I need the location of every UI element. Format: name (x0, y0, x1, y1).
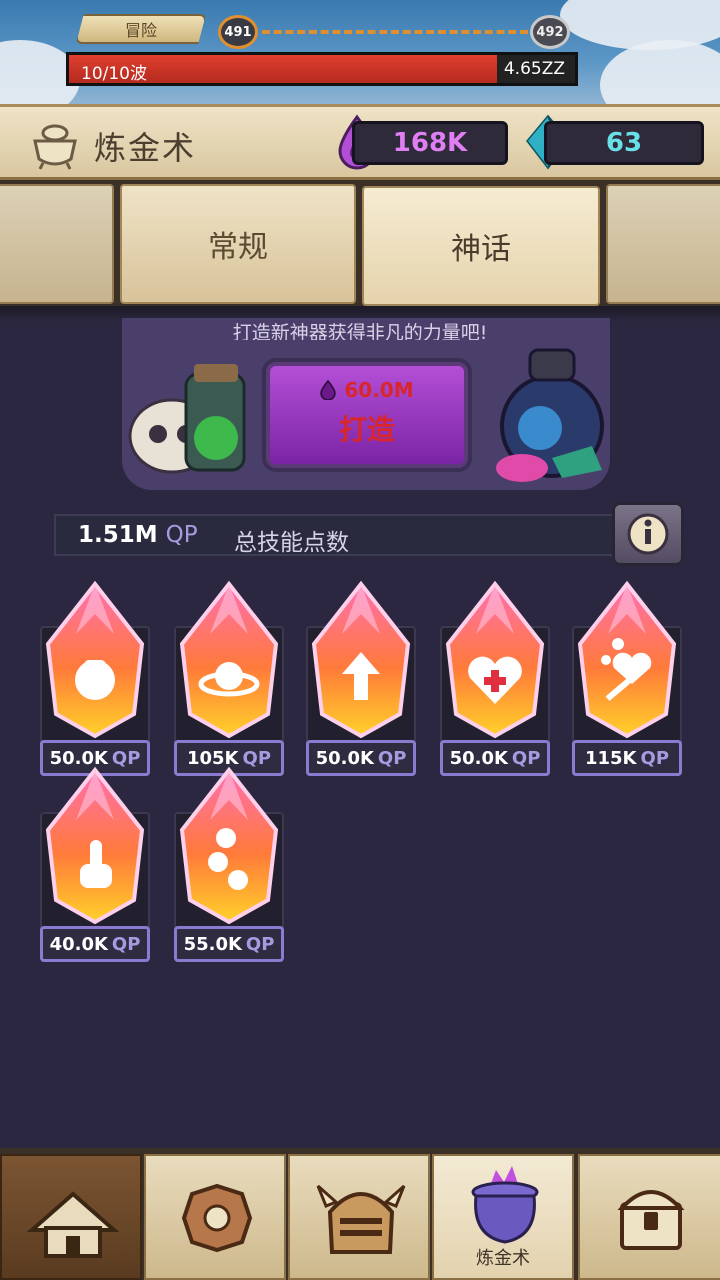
forge-button-label: 打造 (338, 413, 395, 446)
artifact-card[interactable]: 105K QP (174, 580, 284, 776)
wave-counter: 10/10波 (81, 64, 147, 84)
cauldron-icon (33, 124, 77, 170)
info-button[interactable] (612, 502, 684, 566)
category-tabs: 常规 神话 (0, 180, 720, 310)
artifact-cost: 115K QP (572, 740, 682, 776)
nav-alchemy-label: 炼金术 (476, 1248, 530, 1269)
arrow-up-icon (311, 580, 411, 739)
artifact-card[interactable]: 50.0K QP (440, 580, 550, 776)
artifact-cost: 50.0K QP (440, 740, 550, 776)
tab-next[interactable] (606, 184, 720, 304)
cauldron-icon (471, 1166, 539, 1244)
heart-plus-icon (445, 580, 545, 739)
nav-alchemy[interactable]: 炼金术 (432, 1154, 574, 1280)
craft-hint: 打造新神器获得非凡的力量吧! (232, 322, 488, 340)
forge-button[interactable]: 60.0M 打造 (266, 362, 468, 468)
alchemy-header: 炼金术 168K 63 (0, 104, 720, 180)
pointing-hand-icon (45, 766, 145, 925)
skill-points-value: 1.51M QP (78, 522, 198, 548)
info-icon (627, 513, 669, 555)
tab-prev[interactable] (0, 184, 114, 304)
page-title: 炼金术 (94, 129, 197, 167)
tab-regular-label: 常规 (208, 230, 268, 265)
level-progress-dashes (262, 30, 528, 34)
shield-gear-icon (181, 1183, 253, 1253)
essence-drop-icon (320, 379, 337, 401)
knight-helmet-icon (316, 1184, 406, 1254)
adventure-bar: 冒险 491 492 10/10波 4.65ZZ (0, 0, 720, 104)
forge-cost: 60.0M (270, 378, 464, 402)
artifact-card[interactable]: 55.0K QP (174, 766, 284, 962)
artifact-cost: 55.0K QP (174, 926, 284, 962)
artifact-card[interactable]: 40.0K QP (40, 766, 150, 962)
alchemy-screen: 冒险 491 492 10/10波 4.65ZZ 炼金术 168K 63 常规 … (0, 0, 720, 1280)
nav-chest[interactable] (578, 1154, 720, 1280)
treasure-chest-icon (617, 1190, 685, 1250)
next-level-badge: 492 (530, 15, 570, 49)
artifact-card[interactable]: 50.0K QP (306, 580, 416, 776)
artifact-cost: 40.0K QP (40, 926, 150, 962)
bottom-nav: 炼金术 (0, 1148, 720, 1280)
wave-damage: 4.65ZZ (503, 59, 565, 79)
tab-mythic-label: 神话 (451, 232, 511, 267)
current-level-badge: 491 (218, 15, 258, 49)
tab-regular[interactable]: 常规 (120, 184, 356, 304)
skill-points-label: 总技能点数 (234, 530, 349, 556)
fist-icon (45, 580, 145, 739)
coins-icon (179, 766, 279, 925)
nav-home[interactable] (0, 1154, 142, 1280)
artifact-card[interactable]: 50.0K QP (40, 580, 150, 776)
skill-points-bar: 1.51M QP 总技能点数 (54, 514, 614, 556)
nav-artifacts[interactable] (144, 1154, 286, 1280)
nav-heroes[interactable] (288, 1154, 430, 1280)
essence-counter: 168K (352, 121, 508, 165)
artifact-card[interactable]: 115K QP (572, 580, 682, 776)
heart-sword-coins-icon (577, 580, 677, 739)
wave-health-bar: 10/10波 4.65ZZ (66, 52, 578, 86)
artifact-cost: 50.0K QP (306, 740, 416, 776)
gem-counter: 63 (544, 121, 704, 165)
house-icon (26, 1191, 120, 1258)
tab-mythic[interactable]: 神话 (362, 186, 600, 306)
planet-bomb-icon (179, 580, 279, 739)
adventure-tab-label: 冒险 (124, 21, 157, 40)
adventure-tab[interactable]: 冒险 (76, 14, 206, 44)
